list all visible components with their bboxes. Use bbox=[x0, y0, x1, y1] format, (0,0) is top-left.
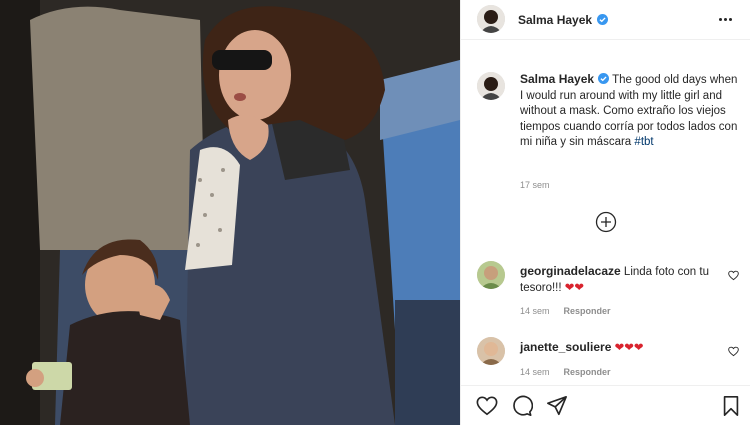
caption-author-avatar[interactable] bbox=[477, 72, 505, 100]
commenter-avatar[interactable] bbox=[477, 337, 505, 365]
comment-icon[interactable] bbox=[511, 395, 533, 417]
comment-reply-button[interactable]: Responder bbox=[564, 306, 611, 316]
bookmark-icon[interactable] bbox=[720, 395, 742, 417]
post-photo[interactable] bbox=[0, 0, 460, 425]
comment-username[interactable]: georginadelacaze bbox=[520, 264, 621, 278]
post-header: Salma Hayek bbox=[461, 0, 750, 40]
comment-timestamp[interactable]: 14 sem bbox=[520, 306, 550, 316]
post-action-bar bbox=[461, 385, 750, 425]
caption-author-username[interactable]: Salma Hayek bbox=[520, 72, 594, 86]
commenter-avatar[interactable] bbox=[477, 261, 505, 289]
post-photo-illustration bbox=[0, 0, 460, 425]
plus-circle-icon[interactable] bbox=[595, 211, 617, 233]
more-options-icon[interactable] bbox=[719, 11, 737, 27]
share-icon[interactable] bbox=[546, 395, 568, 417]
heart-icon[interactable] bbox=[476, 395, 498, 417]
comment-username[interactable]: janette_souliere bbox=[520, 340, 611, 354]
comment-meta: 14 sem Responder bbox=[520, 367, 611, 377]
comment-text-block: georginadelacaze Linda foto con tu tesor… bbox=[520, 263, 710, 296]
comment-like-heart-icon[interactable] bbox=[728, 346, 739, 357]
caption-text-block: Salma Hayek The good old days when I wou… bbox=[520, 72, 742, 151]
caption-timestamp[interactable]: 17 sem bbox=[520, 180, 550, 190]
caption-hashtag[interactable]: #tbt bbox=[634, 136, 653, 148]
comment-reply-button[interactable]: Responder bbox=[564, 367, 611, 377]
comment-like-heart-icon[interactable] bbox=[728, 270, 739, 281]
caption-verified-badge-icon bbox=[598, 73, 610, 84]
comment-emoji: ❤❤ bbox=[564, 282, 585, 294]
comment-text-block: janette_souliere ❤❤❤ bbox=[520, 339, 710, 356]
author-username[interactable]: Salma Hayek bbox=[518, 13, 592, 27]
comment-meta: 14 sem Responder bbox=[520, 306, 611, 316]
verified-badge-icon bbox=[597, 14, 608, 25]
author-avatar[interactable] bbox=[477, 5, 505, 33]
comment-timestamp[interactable]: 14 sem bbox=[520, 367, 550, 377]
post-side-panel: Salma Hayek Salma Hayek The good old day… bbox=[460, 0, 750, 425]
comment-emoji: ❤❤❤ bbox=[614, 342, 644, 354]
